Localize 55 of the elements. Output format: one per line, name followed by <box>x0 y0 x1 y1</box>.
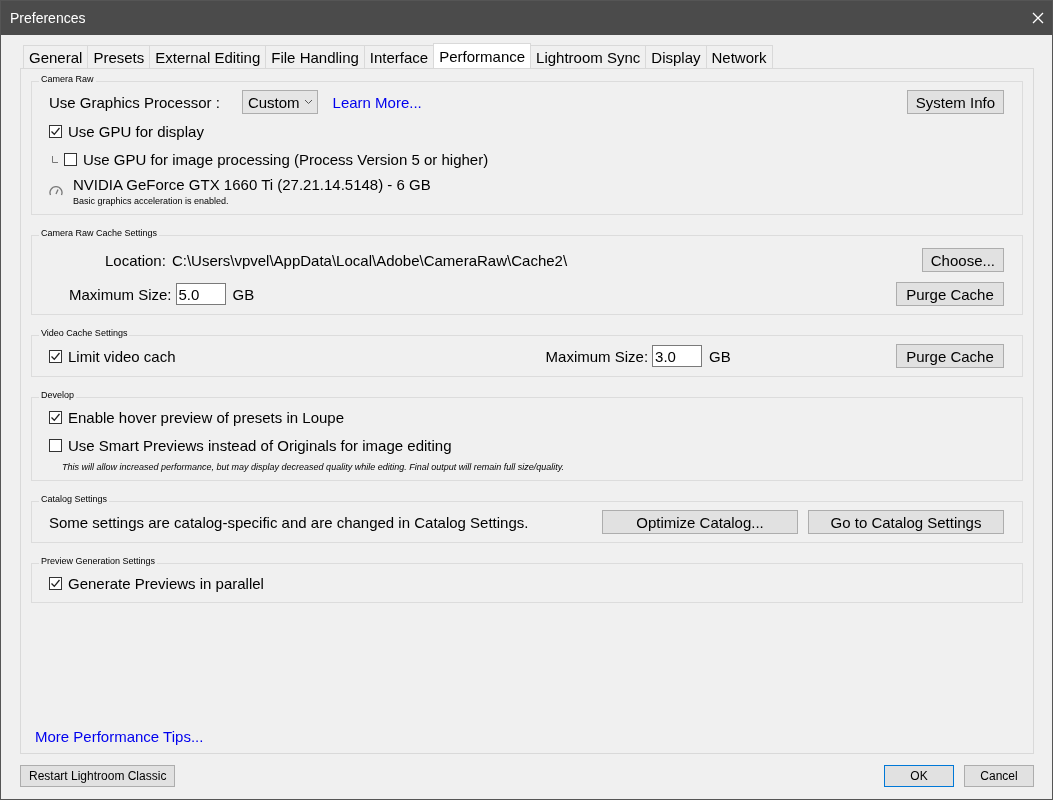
tree-connector-icon <box>52 155 58 163</box>
size-input[interactable]: 3.0 <box>652 345 703 367</box>
field-label: Maximum Size: <box>69 285 172 303</box>
tab[interactable]: Performance <box>433 43 532 68</box>
hint-text: This will allow increased performance, but may display decreased quality while editing. Final output will remain full size/quality. <box>62 462 566 472</box>
window-title: Preferences <box>10 10 86 26</box>
tab[interactable]: Network <box>705 45 773 68</box>
catalog-info-text: Some settings are catalog-specific and are changed in Catalog Settings. <box>49 513 529 531</box>
group-title: Catalog Settings <box>39 494 110 504</box>
checkbox-label[interactable]: Use Smart Previews instead of Originals for image editing <box>68 436 452 454</box>
dialog-button[interactable]: Cancel <box>964 765 1034 787</box>
dialog-button[interactable]: OK <box>884 765 954 787</box>
purge-cache-button[interactable]: Purge Cache <box>896 344 1004 368</box>
group-title: Video Cache Settings <box>39 328 130 338</box>
close-icon[interactable] <box>1032 12 1044 24</box>
checkbox[interactable] <box>49 410 62 424</box>
performance-tips-link[interactable]: More Performance Tips... <box>35 728 204 745</box>
unit-label: GB <box>232 285 255 303</box>
group-title: Camera Raw <box>39 74 96 84</box>
field-label: Location: <box>105 251 166 269</box>
checkbox[interactable] <box>64 152 77 166</box>
restart-button[interactable]: Restart Lightroom Classic <box>20 765 176 787</box>
purge-cache-button[interactable]: Purge Cache <box>896 282 1004 306</box>
checkbox[interactable] <box>49 438 62 452</box>
chevron-down-icon <box>303 99 313 105</box>
group-title: Camera Raw Cache Settings <box>39 228 160 238</box>
checkbox-label[interactable]: Use GPU for display <box>68 122 204 140</box>
checkbox-label[interactable]: Generate Previews in parallel <box>68 574 264 592</box>
choose-button[interactable]: Choose... <box>921 248 1004 272</box>
gauge-icon <box>49 185 63 197</box>
tab[interactable]: Lightroom Sync <box>530 45 647 68</box>
checkbox[interactable] <box>49 576 62 590</box>
catalog-button[interactable]: Optimize Catalog... <box>602 510 798 534</box>
unit-label: GB <box>709 347 731 365</box>
checkbox[interactable] <box>49 349 62 363</box>
cache-path: C:\Users\vpvel\AppData\Local\Adobe\CameraRaw\Cache2\ <box>171 251 568 269</box>
field-label: Maximum Size: <box>545 347 649 365</box>
checkbox-label[interactable]: Use GPU for image processing (Process Version 5 or higher) <box>83 150 489 168</box>
tab[interactable]: External Editing <box>149 45 267 68</box>
catalog-button[interactable]: Go to Catalog Settings <box>808 510 1004 534</box>
learn-more-link[interactable]: Learn More... <box>332 93 422 111</box>
field-label: Use Graphics Processor : <box>49 93 220 111</box>
system-info-button[interactable]: System Info <box>906 90 1004 114</box>
checkbox-label[interactable]: Limit video cach <box>68 347 176 365</box>
gpu-name: NVIDIA GeForce GTX 1660 Ti (27.21.14.5148) - 6 GB <box>73 176 431 193</box>
checkbox-label[interactable]: Enable hover preview of presets in Loupe <box>68 408 344 426</box>
tab[interactable]: General <box>23 45 89 68</box>
processor-dropdown[interactable]: Custom <box>241 90 318 114</box>
tab[interactable]: File Handling <box>265 45 365 68</box>
size-input[interactable]: 5.0 <box>175 283 226 305</box>
group-title: Develop <box>39 390 77 400</box>
group-title: Preview Generation Settings <box>39 556 158 566</box>
gpu-status-text: Basic graphics acceleration is enabled. <box>73 196 230 206</box>
checkbox[interactable] <box>49 124 62 138</box>
tab[interactable]: Display <box>645 45 707 68</box>
